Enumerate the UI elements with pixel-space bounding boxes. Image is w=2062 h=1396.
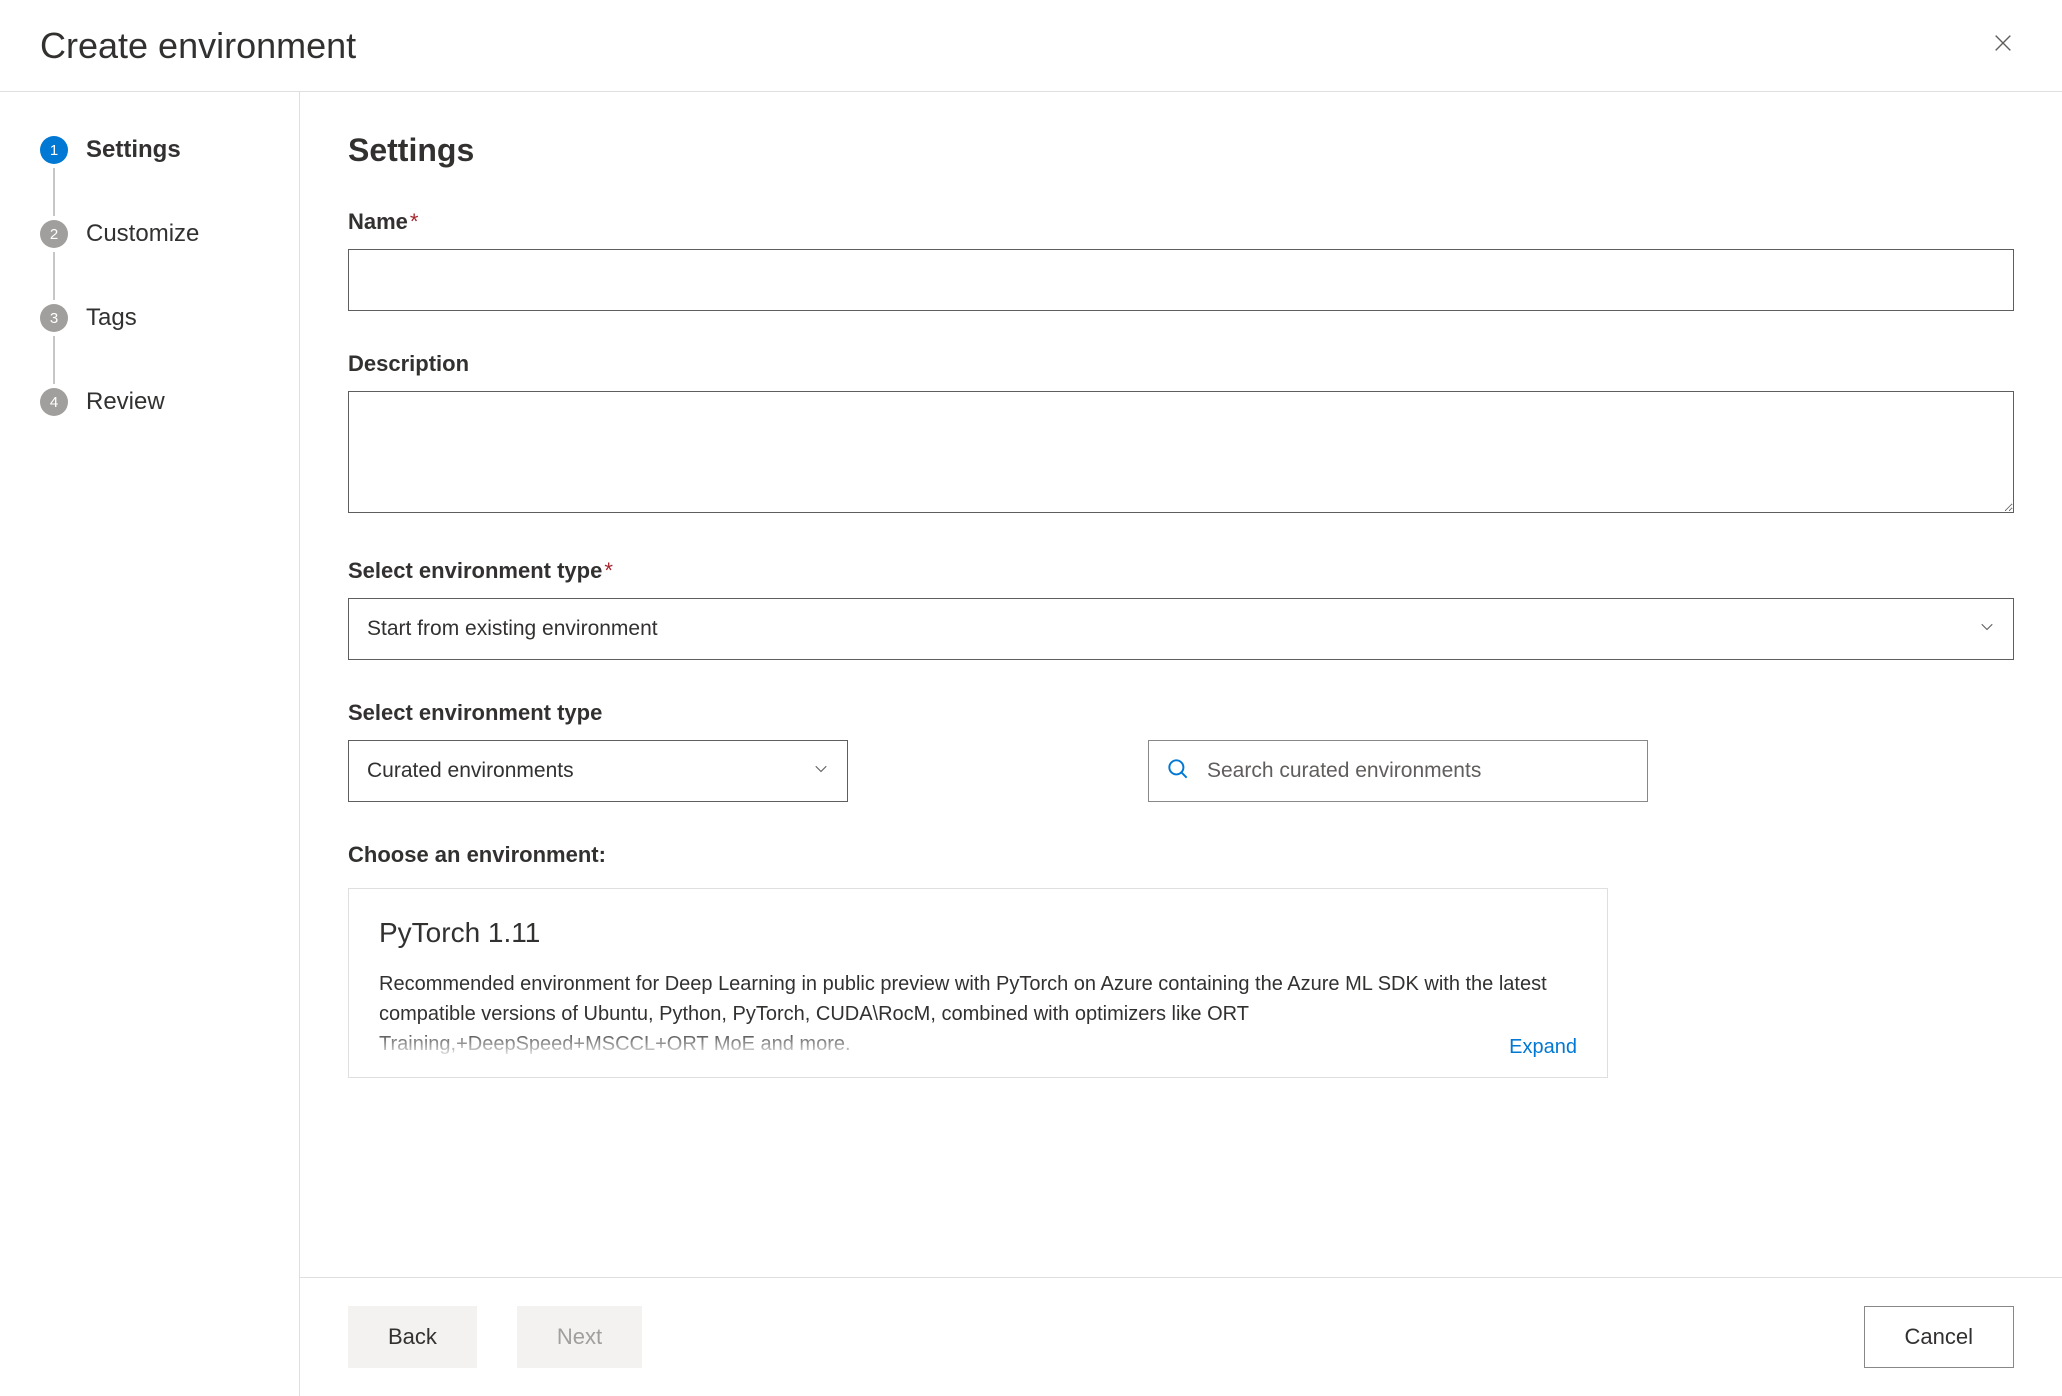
env-card-title: PyTorch 1.11 xyxy=(379,917,1577,949)
name-label-text: Name xyxy=(348,209,408,234)
step-label: Tags xyxy=(86,304,137,332)
step-settings[interactable]: 1 Settings xyxy=(40,136,279,220)
env-type-value: Start from existing environment xyxy=(367,617,658,641)
field-name: Name* xyxy=(348,209,2014,311)
choose-env-label: Choose an environment: xyxy=(348,842,2014,868)
step-badge: 1 xyxy=(40,136,68,164)
dialog-title: Create environment xyxy=(40,25,356,67)
env-filter-value: Curated environments xyxy=(367,759,574,783)
env-filter-select-wrap: Curated environments xyxy=(348,740,848,802)
close-icon xyxy=(1992,32,2014,54)
description-textarea[interactable] xyxy=(348,391,2014,513)
field-env-filter: Select environment type Curated environm… xyxy=(348,700,2014,802)
next-button[interactable]: Next xyxy=(517,1306,642,1368)
step-label: Review xyxy=(86,388,165,416)
back-button[interactable]: Back xyxy=(348,1306,477,1368)
required-asterisk: * xyxy=(604,558,613,583)
wizard-footer: Back Next Cancel xyxy=(300,1277,2062,1396)
dialog-header: Create environment xyxy=(0,0,2062,92)
close-button[interactable] xyxy=(1984,24,2022,67)
required-asterisk: * xyxy=(410,209,419,234)
step-badge: 2 xyxy=(40,220,68,248)
env-card[interactable]: PyTorch 1.11 Recommended environment for… xyxy=(348,888,1608,1078)
step-customize[interactable]: 2 Customize xyxy=(40,220,279,304)
env-type-select[interactable]: Start from existing environment xyxy=(348,598,2014,660)
step-connector xyxy=(53,336,55,384)
env-filter-label: Select environment type xyxy=(348,700,848,726)
step-label: Settings xyxy=(86,136,181,164)
field-description: Description xyxy=(348,351,2014,518)
search-icon xyxy=(1165,756,1191,787)
env-filter-select[interactable]: Curated environments xyxy=(348,740,848,802)
page-heading: Settings xyxy=(348,132,2014,169)
step-tags[interactable]: 3 Tags xyxy=(40,304,279,388)
step-badge: 4 xyxy=(40,388,68,416)
cancel-button[interactable]: Cancel xyxy=(1864,1306,2014,1368)
description-label: Description xyxy=(348,351,2014,377)
name-input[interactable] xyxy=(348,249,2014,311)
step-connector xyxy=(53,168,55,216)
env-search-wrap xyxy=(1148,740,1648,802)
expand-link[interactable]: Expand xyxy=(1499,1036,1577,1059)
name-label: Name* xyxy=(348,209,2014,235)
step-connector xyxy=(53,252,55,300)
field-choose-env: Choose an environment: PyTorch 1.11 Reco… xyxy=(348,842,2014,1078)
env-card-description: Recommended environment for Deep Learnin… xyxy=(379,969,1577,1059)
wizard-stepper: 1 Settings 2 Customize 3 Tags 4 Review xyxy=(0,92,300,1396)
env-type-label: Select environment type* xyxy=(348,558,2014,584)
env-type-select-wrap: Start from existing environment xyxy=(348,598,2014,660)
step-badge: 3 xyxy=(40,304,68,332)
field-env-type: Select environment type* Start from exis… xyxy=(348,558,2014,660)
env-type-label-text: Select environment type xyxy=(348,558,602,583)
step-label: Customize xyxy=(86,220,199,248)
step-review[interactable]: 4 Review xyxy=(40,388,279,416)
env-search-input[interactable] xyxy=(1205,758,1631,784)
